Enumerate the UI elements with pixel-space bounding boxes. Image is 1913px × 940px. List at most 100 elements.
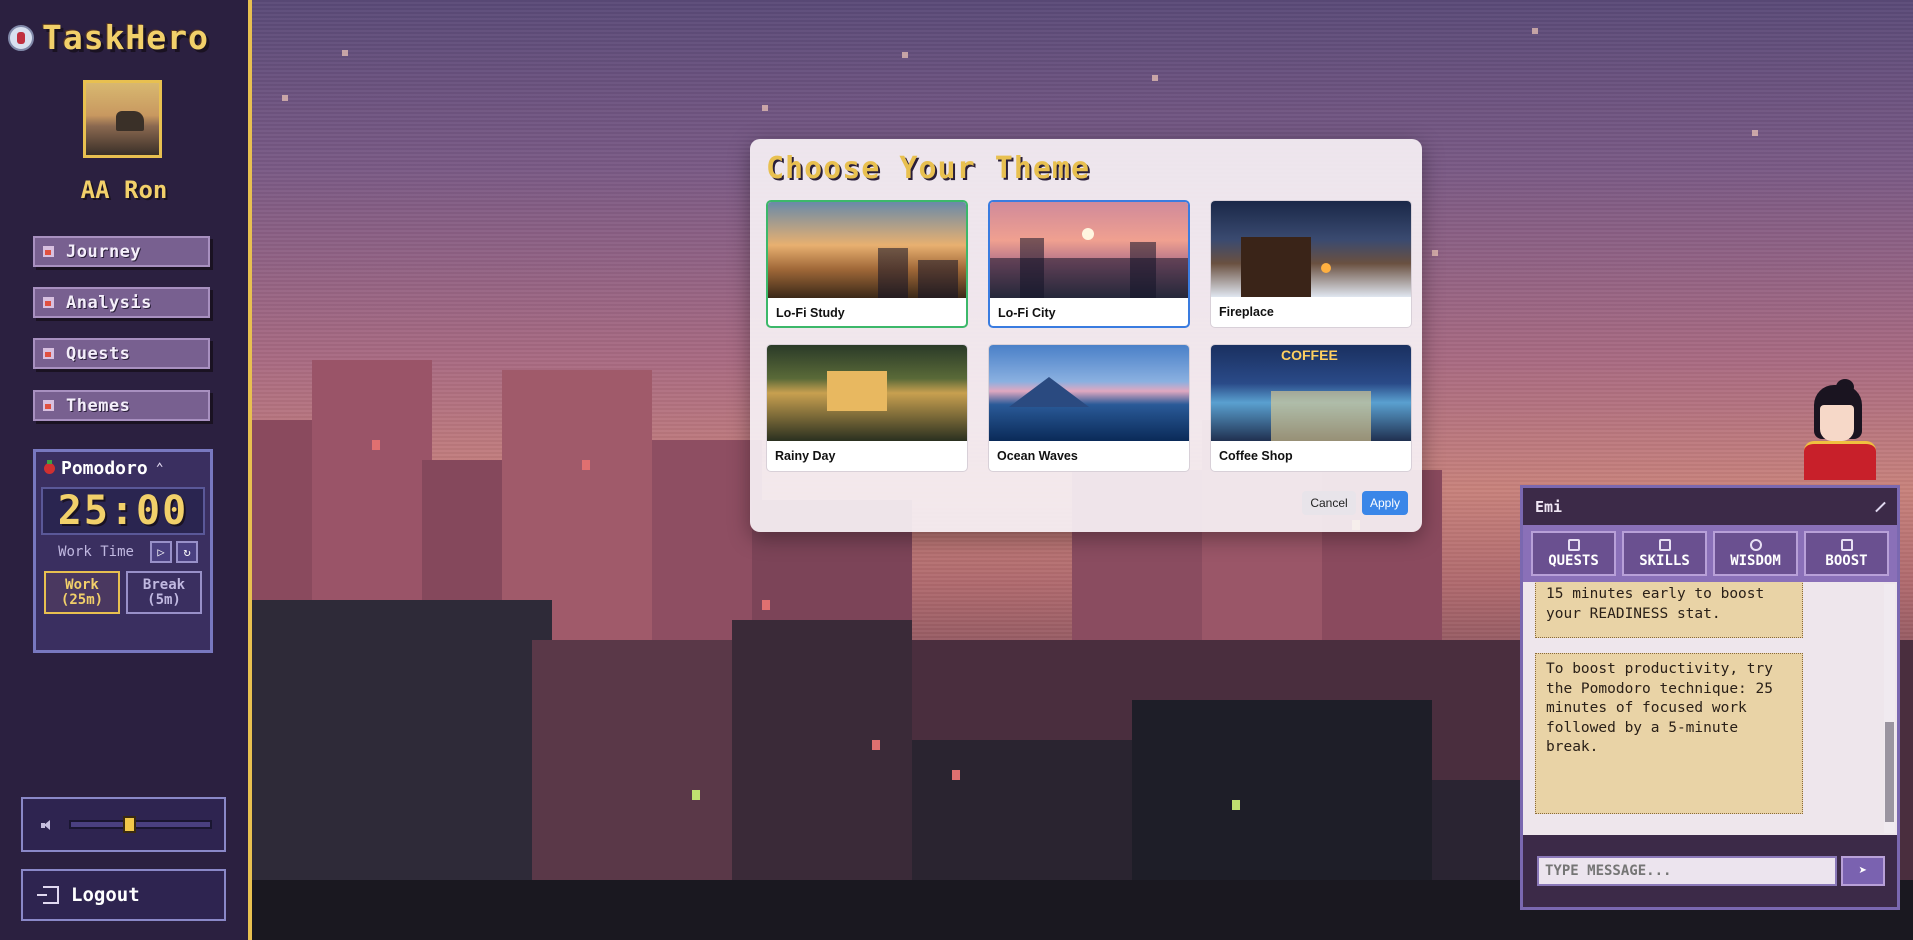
theme-card-lofi-study[interactable]: Lo-Fi Study [766, 200, 968, 328]
theme-name: Coffee Shop [1219, 449, 1293, 463]
volume-control [21, 797, 226, 852]
nav-item-label: Quests [66, 343, 131, 364]
theme-card-coffee-shop[interactable]: COFFEE Coffee Shop [1210, 344, 1412, 472]
theme-name: Ocean Waves [997, 449, 1078, 463]
star [342, 50, 348, 56]
apply-button[interactable]: Apply [1362, 491, 1408, 515]
tab-quests[interactable]: QUESTS [1531, 531, 1616, 576]
refresh-icon: ↻ [183, 545, 191, 559]
theme-card-ocean-waves[interactable]: Ocean Waves [988, 344, 1190, 472]
app-title: TaskHero [42, 18, 209, 57]
message-list[interactable]: 15 minutes early to boost your READINESS… [1523, 582, 1897, 835]
tab-boost[interactable]: BOOST [1804, 531, 1889, 576]
thumbnail-building [918, 260, 958, 298]
brand: TaskHero [8, 18, 209, 57]
window-light [952, 770, 960, 780]
chevron-up-icon[interactable]: ⌃ [156, 461, 164, 476]
avatar[interactable] [83, 80, 162, 158]
chat-panel: Emi QUESTS SKILLS WISDOM BOOST 15 minute… [1520, 485, 1900, 910]
work-mode-button[interactable]: Work (25m) [44, 571, 120, 614]
break-mode-button[interactable]: Break (5m) [126, 571, 202, 614]
nav-item-quests[interactable]: Quests [33, 338, 210, 369]
nav-item-themes[interactable]: Themes [33, 390, 210, 421]
star [762, 105, 768, 111]
thumbnail-cabin [1241, 237, 1311, 297]
tab-wisdom[interactable]: WISDOM [1713, 531, 1798, 576]
window-light [372, 440, 380, 450]
star [1152, 75, 1158, 81]
theme-card-rainy-day[interactable]: Rainy Day [766, 344, 968, 472]
theme-thumbnail [990, 202, 1188, 298]
nav-item-analysis[interactable]: Analysis [33, 287, 210, 318]
play-button[interactable]: ▷ [150, 541, 172, 563]
assistant-name: Emi [1535, 497, 1563, 516]
nav-item-label: Journey [66, 241, 142, 262]
scroll-icon [43, 348, 54, 359]
window-light [692, 790, 700, 800]
star [1532, 28, 1538, 34]
phase-label: Work Time [58, 543, 134, 560]
star [1432, 250, 1438, 256]
theme-thumbnail: COFFEE [1211, 345, 1411, 441]
chat-input-row: ➤ [1523, 835, 1897, 907]
home-icon [43, 246, 54, 257]
pomodoro-title: Pomodoro [61, 458, 148, 479]
theme-name: Fireplace [1219, 305, 1274, 319]
volume-slider-thumb[interactable] [123, 816, 136, 833]
hero-logo-icon [8, 24, 34, 51]
logout-icon [37, 886, 59, 904]
speaker-icon [41, 819, 53, 830]
theme-modal: Choose Your Theme Lo-Fi Study Lo-Fi City… [750, 139, 1422, 532]
modal-title: Choose Your Theme [766, 151, 1091, 186]
coffee-cup-icon [1840, 538, 1853, 551]
tab-label: BOOST [1825, 552, 1868, 569]
minimize-icon[interactable] [1873, 500, 1887, 514]
emi-avatar-sprite [1800, 379, 1890, 480]
nav-item-journey[interactable]: Journey [33, 236, 210, 267]
theme-card-lofi-city[interactable]: Lo-Fi City [988, 200, 1190, 328]
reset-button[interactable]: ↻ [176, 541, 198, 563]
thumbnail-building [1130, 242, 1156, 298]
chat-tabs: QUESTS SKILLS WISDOM BOOST [1523, 525, 1897, 582]
emi-outfit [1804, 441, 1876, 480]
thumbnail-building [1020, 238, 1044, 298]
pomodoro-header[interactable]: Pomodoro ⌃ [36, 452, 210, 485]
clock-icon [1749, 538, 1762, 551]
thumbnail-mountain [1009, 377, 1089, 407]
moon-icon [1082, 228, 1094, 240]
tab-label: QUESTS [1548, 552, 1599, 569]
scrollbar-thumb[interactable] [1885, 722, 1894, 822]
thumbnail-building [878, 248, 908, 298]
calendar-icon [1567, 538, 1580, 551]
assistant-message: To boost productivity, try the Pomodoro … [1535, 653, 1803, 814]
window-light [762, 600, 770, 610]
sidebar: TaskHero AA Ron Journey Analysis Quests … [0, 0, 252, 940]
star [282, 95, 288, 101]
play-icon: ▷ [157, 545, 165, 559]
chat-header: Emi [1523, 488, 1897, 525]
star [1752, 130, 1758, 136]
logout-label: Logout [71, 884, 140, 906]
logout-button[interactable]: Logout [21, 869, 226, 921]
send-button[interactable]: ➤ [1841, 856, 1885, 886]
send-icon: ➤ [1858, 863, 1868, 879]
emi-face [1820, 405, 1854, 441]
theme-card-fireplace[interactable]: Fireplace [1210, 200, 1412, 328]
tab-skills[interactable]: SKILLS [1622, 531, 1707, 576]
theme-thumbnail [768, 202, 966, 298]
tab-label: WISDOM [1730, 552, 1781, 569]
message-input[interactable] [1537, 856, 1837, 886]
window-light [582, 460, 590, 470]
volume-slider[interactable] [69, 816, 212, 833]
pomodoro-widget: Pomodoro ⌃ 25:00 Work Time ▷ ↻ Work (25m… [33, 449, 213, 653]
assistant-message: 15 minutes early to boost your READINESS… [1535, 582, 1803, 638]
theme-name: Lo-Fi Study [776, 306, 845, 320]
fire-glow [1321, 263, 1331, 273]
star [902, 52, 908, 58]
book-icon [1658, 538, 1671, 551]
cancel-button[interactable]: Cancel [1302, 491, 1356, 515]
theme-name: Lo-Fi City [998, 306, 1056, 320]
tab-label: SKILLS [1639, 552, 1690, 569]
nav-item-label: Analysis [66, 292, 152, 313]
window-light [872, 740, 880, 750]
